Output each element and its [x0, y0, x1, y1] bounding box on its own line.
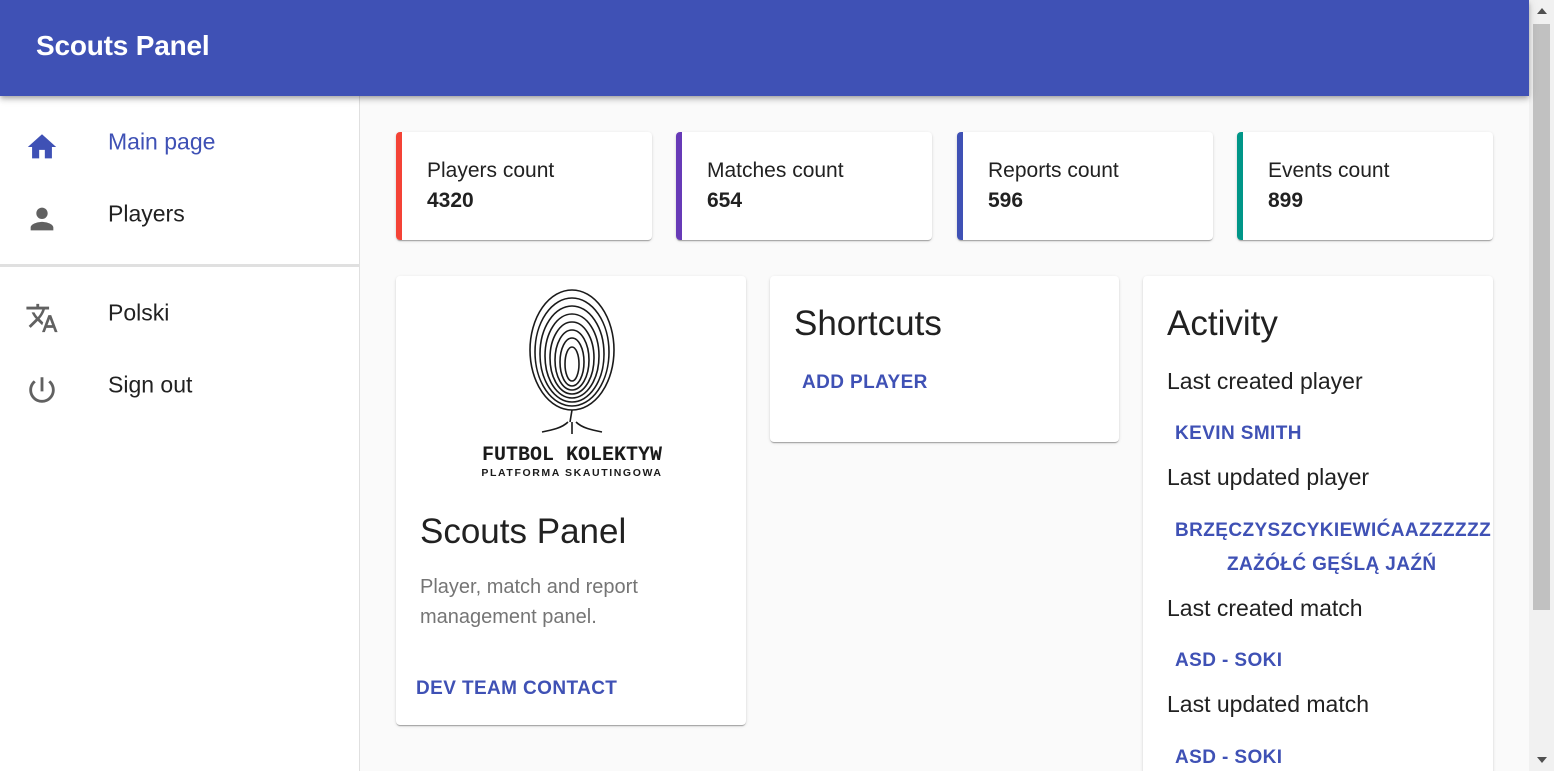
logo-name: FUTBOL KOLEKTYW — [482, 444, 662, 467]
nav-item-label: Polski — [108, 299, 170, 326]
navigation-drawer: Main page Players Polski Sign out — [0, 96, 360, 771]
app-title: Scouts Panel — [36, 30, 210, 61]
nav-item-label: Players — [108, 200, 185, 227]
stat-value: 899 — [1268, 189, 1304, 212]
last-created-player-label: Last created player — [1167, 368, 1363, 394]
stat-label: Events count — [1268, 159, 1390, 182]
shortcuts-card: Shortcuts ADD PLAYER — [770, 276, 1119, 442]
nav-item-label: Main page — [108, 128, 216, 155]
last-created-match-label: Last created match — [1167, 595, 1363, 621]
power-icon — [24, 373, 60, 403]
about-card: FUTBOL KOLEKTYW PLATFORMA SKAUTINGOWA Sc… — [396, 276, 746, 725]
about-description: Player, match and report management pane… — [420, 576, 638, 628]
stat-card-reports: Reports count 596 — [957, 132, 1213, 240]
logo-tagline: PLATFORMA SKAUTINGOWA — [481, 467, 662, 478]
last-updated-match-link[interactable]: ASD - SOKI — [1175, 747, 1282, 769]
stat-card-events: Events count 899 — [1237, 132, 1493, 240]
last-created-match-link[interactable]: ASD - SOKI — [1175, 650, 1282, 672]
last-updated-player-name: BRZĘCZYSZCYKIEWIĆAAZZZZZZ — [1175, 520, 1492, 541]
nav-divider — [0, 264, 359, 267]
nav-item-language[interactable]: Polski — [0, 279, 359, 351]
stat-value: 654 — [707, 189, 743, 212]
last-updated-player-label: Last updated player — [1167, 464, 1370, 490]
shortcuts-title: Shortcuts — [794, 304, 942, 343]
stat-label: Matches count — [707, 159, 844, 182]
last-updated-player-name-line2: ZAŻÓŁĆ GĘŚLĄ JAŹŃ — [1227, 554, 1437, 575]
app-bar: Scouts Panel — [0, 0, 1529, 96]
page-scrollbar[interactable] — [1529, 0, 1554, 771]
dev-team-contact-button[interactable]: DEV TEAM CONTACT — [416, 678, 617, 700]
about-title: Scouts Panel — [420, 512, 627, 551]
fingerprint-logo: FUTBOL KOLEKTYW PLATFORMA SKAUTINGOWA — [481, 289, 662, 478]
nav-item-sign-out[interactable]: Sign out — [0, 351, 359, 423]
stat-label: Reports count — [988, 159, 1119, 182]
person-icon — [24, 202, 60, 232]
stat-label: Players count — [427, 159, 555, 182]
nav-item-label: Sign out — [108, 371, 193, 398]
last-created-player-link[interactable]: KEVIN SMITH — [1175, 423, 1302, 445]
last-updated-match-label: Last updated match — [1167, 691, 1370, 717]
stat-card-players: Players count 4320 — [396, 132, 652, 240]
stat-value: 4320 — [427, 189, 474, 212]
nav-item-main-page[interactable]: Main page — [0, 108, 359, 180]
scroll-down-arrow-icon[interactable] — [1537, 757, 1547, 763]
home-icon — [24, 130, 60, 160]
stat-accent-bar — [676, 132, 682, 240]
activity-card: Activity Last created player KEVIN SMITH… — [1143, 276, 1493, 771]
stat-card-matches: Matches count 654 — [676, 132, 932, 240]
add-player-button[interactable]: ADD PLAYER — [802, 372, 928, 394]
translate-icon — [24, 301, 60, 333]
stat-accent-bar — [1237, 132, 1243, 240]
stat-value: 596 — [988, 189, 1024, 212]
activity-title: Activity — [1167, 304, 1278, 343]
scroll-up-arrow-icon[interactable] — [1537, 8, 1547, 14]
stat-accent-bar — [957, 132, 963, 240]
stat-accent-bar — [396, 132, 402, 240]
nav-item-players[interactable]: Players — [0, 180, 359, 252]
scrollbar-thumb[interactable] — [1533, 24, 1550, 610]
